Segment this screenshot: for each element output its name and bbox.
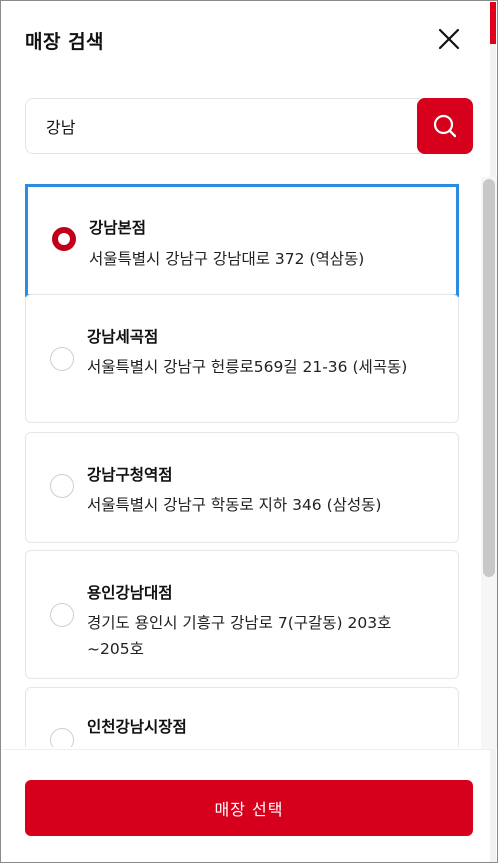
store-address: 서울특별시 강남구 학동로 지하 346 (삼성동) xyxy=(87,496,382,514)
store-item[interactable]: 강남본점 서울특별시 강남구 강남대로 372 (역삼동) xyxy=(25,184,459,297)
search-bar xyxy=(25,98,473,154)
store-radio[interactable] xyxy=(50,603,74,627)
store-radio[interactable] xyxy=(52,227,76,251)
store-name: 강남세곡점 xyxy=(87,328,159,346)
close-button[interactable] xyxy=(435,25,463,53)
scrollbar-thumb[interactable] xyxy=(483,179,495,577)
store-name: 강남본점 xyxy=(89,219,147,237)
store-list: 강남본점 서울특별시 강남구 강남대로 372 (역삼동) 강남세곡점 서울특별… xyxy=(25,177,459,747)
store-name: 용인강남대점 xyxy=(87,584,173,602)
store-item[interactable]: 인천강남시장점 xyxy=(25,687,459,747)
store-radio[interactable] xyxy=(50,728,74,747)
store-search-modal: 매장 검색 강남본점 서울특별시 강남구 강남대로 372 (역삼동) 강남세곡… xyxy=(0,0,498,863)
store-item[interactable]: 용인강남대점 경기도 용인시 기흥구 강남로 7(구갈동) 203호 ~205호 xyxy=(25,550,459,679)
store-radio[interactable] xyxy=(50,474,74,498)
store-radio[interactable] xyxy=(50,347,74,371)
modal-header: 매장 검색 xyxy=(25,25,467,57)
store-name: 인천강남시장점 xyxy=(87,718,187,736)
store-address: 서울특별시 강남구 헌릉로569길 21-36 (세곡동) xyxy=(87,358,408,376)
search-icon xyxy=(433,114,457,138)
store-item[interactable]: 강남구청역점 서울특별시 강남구 학동로 지하 346 (삼성동) xyxy=(25,432,459,543)
store-item[interactable]: 강남세곡점 서울특별시 강남구 헌릉로569길 21-36 (세곡동) xyxy=(25,294,459,423)
close-icon xyxy=(438,28,460,50)
background-page-accent xyxy=(490,2,496,44)
search-button[interactable] xyxy=(417,98,473,154)
store-address: 경기도 용인시 기흥구 강남로 7(구갈동) 203호 ~205호 xyxy=(87,614,392,658)
store-address: 서울특별시 강남구 강남대로 372 (역삼동) xyxy=(89,250,365,268)
search-input[interactable] xyxy=(25,98,455,154)
store-name: 강남구청역점 xyxy=(87,466,173,484)
footer-divider xyxy=(2,749,492,750)
modal-title: 매장 검색 xyxy=(25,31,105,53)
select-store-button[interactable]: 매장 선택 xyxy=(25,780,473,836)
